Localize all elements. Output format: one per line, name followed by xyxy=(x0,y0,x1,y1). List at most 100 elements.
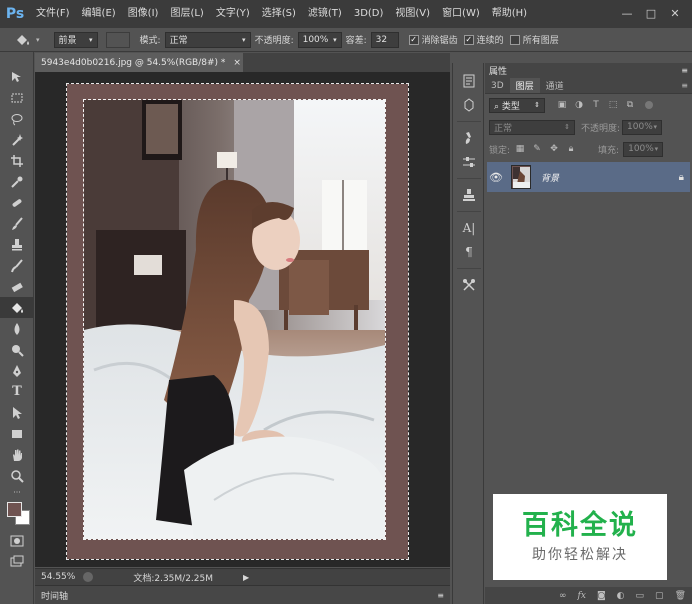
lasso-tool-icon[interactable] xyxy=(0,108,34,129)
move-tool-icon[interactable] xyxy=(0,66,34,87)
fill-source-select[interactable]: 前景 ▾ xyxy=(53,31,98,48)
menu-edit[interactable]: 编辑(E) xyxy=(76,0,122,28)
tools-more-icon[interactable]: ··· xyxy=(0,486,34,498)
filter-toggle-icon[interactable] xyxy=(645,101,653,109)
brush-tool-icon[interactable] xyxy=(0,213,34,234)
tab-3d[interactable]: 3D xyxy=(485,78,510,93)
foreground-color-swatch[interactable] xyxy=(7,502,22,517)
close-icon[interactable]: × xyxy=(233,58,241,68)
opacity-input[interactable]: 100% ▾ xyxy=(297,31,342,48)
panel-menu-icon[interactable]: ≡ xyxy=(681,66,688,75)
character-panel-icon[interactable]: A| xyxy=(453,216,485,240)
menu-help[interactable]: 帮助(H) xyxy=(486,0,533,28)
filter-pixel-icon[interactable]: ▣ xyxy=(555,98,569,112)
panel-menu-icon[interactable]: ≡ xyxy=(437,591,444,600)
close-button[interactable]: ✕ xyxy=(664,4,686,22)
quick-mask-icon[interactable] xyxy=(0,530,34,551)
fill-input[interactable]: 100% ▾ xyxy=(623,141,664,157)
hand-tool-icon[interactable] xyxy=(0,444,34,465)
filter-smart-object-icon[interactable]: ⧉ xyxy=(623,98,637,112)
lock-position-icon[interactable]: ✥ xyxy=(547,142,561,156)
color-swatches[interactable] xyxy=(0,498,33,530)
lock-all-icon[interactable]: 🔒︎ xyxy=(564,142,578,156)
lock-pixels-icon[interactable]: ✎ xyxy=(530,142,544,156)
menu-window[interactable]: 窗口(W) xyxy=(436,0,486,28)
menu-layer[interactable]: 图层(L) xyxy=(164,0,209,28)
tool-preset-picker[interactable]: ▾ xyxy=(14,32,40,48)
pen-tool-icon[interactable] xyxy=(0,360,34,381)
tool-presets-panel-icon[interactable] xyxy=(453,273,485,297)
dodge-tool-icon[interactable] xyxy=(0,339,34,360)
document-tab[interactable]: 5943e4d0b0216.jpg @ 54.5%(RGB/8#) * × xyxy=(35,53,243,72)
zoom-tool-icon[interactable] xyxy=(0,465,34,486)
type-tool-icon[interactable]: T xyxy=(0,381,34,402)
layer-row-background[interactable]: 👁︎ 背景 🔒︎ xyxy=(487,162,690,192)
menu-3d[interactable]: 3D(D) xyxy=(348,0,390,28)
menu-file[interactable]: 文件(F) xyxy=(30,0,76,28)
menu-type[interactable]: 文字(Y) xyxy=(210,0,256,28)
panel-menu-icon[interactable]: ≡ xyxy=(681,81,688,90)
eraser-tool-icon[interactable] xyxy=(0,276,34,297)
layer-name[interactable]: 背景 xyxy=(541,171,559,184)
play-icon[interactable]: ▶ xyxy=(243,573,249,582)
new-adjustment-icon[interactable]: ◐ xyxy=(617,591,625,601)
crop-tool-icon[interactable] xyxy=(0,150,34,171)
delete-layer-icon[interactable]: 🗑︎ xyxy=(675,591,686,601)
add-mask-icon[interactable]: ◙ xyxy=(597,591,606,601)
lock-fill-row: 锁定: ▦ ✎ ✥ 🔒︎ 填充: 100% ▾ xyxy=(485,138,692,160)
eye-icon[interactable]: 👁︎ xyxy=(487,171,505,184)
blend-mode-select[interactable]: 正常 ⇕ xyxy=(489,119,575,135)
blur-tool-icon[interactable] xyxy=(0,318,34,339)
fill-label: 填充: xyxy=(598,145,620,156)
minimize-button[interactable]: — xyxy=(616,4,638,22)
pattern-picker[interactable] xyxy=(105,31,130,48)
layer-opacity-label: 不透明度: xyxy=(581,123,621,134)
brush-panel-icon[interactable] xyxy=(453,126,485,150)
filter-type-icon[interactable]: T xyxy=(589,98,603,112)
path-selection-tool-icon[interactable] xyxy=(0,402,34,423)
contiguous-checkbox[interactable]: ✓ 连续的 xyxy=(463,33,504,46)
history-brush-tool-icon[interactable] xyxy=(0,255,34,276)
marquee-tool-icon[interactable] xyxy=(0,87,34,108)
tools-panel-grip[interactable] xyxy=(0,52,33,66)
new-layer-icon[interactable]: ▢ xyxy=(655,591,664,601)
tab-layers[interactable]: 图层 xyxy=(509,78,540,93)
rectangle-tool-icon[interactable] xyxy=(0,423,34,444)
canvas-area[interactable] xyxy=(35,72,450,567)
screen-mode-icon[interactable] xyxy=(0,551,34,572)
tolerance-input[interactable]: 32 xyxy=(370,31,399,48)
antialias-checkbox[interactable]: ✓ 消除锯齿 xyxy=(408,33,458,46)
paragraph-panel-icon[interactable]: ¶ xyxy=(453,240,485,264)
mode-select[interactable]: 正常 ▾ xyxy=(164,31,251,48)
layer-opacity-input[interactable]: 100% ▾ xyxy=(622,119,663,135)
document-canvas[interactable] xyxy=(66,83,409,560)
layer-style-icon[interactable]: fx xyxy=(578,591,586,601)
new-group-icon[interactable]: ▭ xyxy=(636,591,645,601)
filter-adjustment-icon[interactable]: ◑ xyxy=(572,98,586,112)
healing-brush-tool-icon[interactable] xyxy=(0,192,34,213)
timeline-tab[interactable]: 时间轴 xyxy=(41,589,68,602)
clone-stamp-tool-icon[interactable] xyxy=(0,234,34,255)
tab-channels[interactable]: 通道 xyxy=(540,78,570,93)
all-layers-checkbox[interactable]: 所有图层 xyxy=(509,33,559,46)
actions-panel-icon[interactable] xyxy=(453,93,485,117)
link-layers-icon[interactable]: ∞ xyxy=(559,591,567,601)
history-panel-icon[interactable] xyxy=(453,69,485,93)
layer-filter-select[interactable]: ⌕ 类型 ⇕ xyxy=(489,97,545,113)
menu-image[interactable]: 图像(I) xyxy=(122,0,165,28)
paint-bucket-icon xyxy=(17,34,29,45)
lock-transparent-icon[interactable]: ▦ xyxy=(513,142,527,156)
contiguous-label: 连续的 xyxy=(476,36,504,46)
zoom-level[interactable]: 54.55% xyxy=(41,572,75,582)
adjustments-panel-icon[interactable] xyxy=(453,150,485,174)
properties-panel-header[interactable]: 属性 ≡ xyxy=(485,63,692,77)
restore-button[interactable]: □ xyxy=(640,4,662,22)
magic-wand-tool-icon[interactable] xyxy=(0,129,34,150)
clone-source-panel-icon[interactable] xyxy=(453,183,485,207)
menu-filter[interactable]: 滤镜(T) xyxy=(302,0,348,28)
menu-view[interactable]: 视图(V) xyxy=(389,0,436,28)
filter-shape-icon[interactable]: ⬚ xyxy=(606,98,620,112)
paint-bucket-tool-icon[interactable] xyxy=(0,297,34,318)
menu-select[interactable]: 选择(S) xyxy=(256,0,302,28)
eyedropper-tool-icon[interactable] xyxy=(0,171,34,192)
